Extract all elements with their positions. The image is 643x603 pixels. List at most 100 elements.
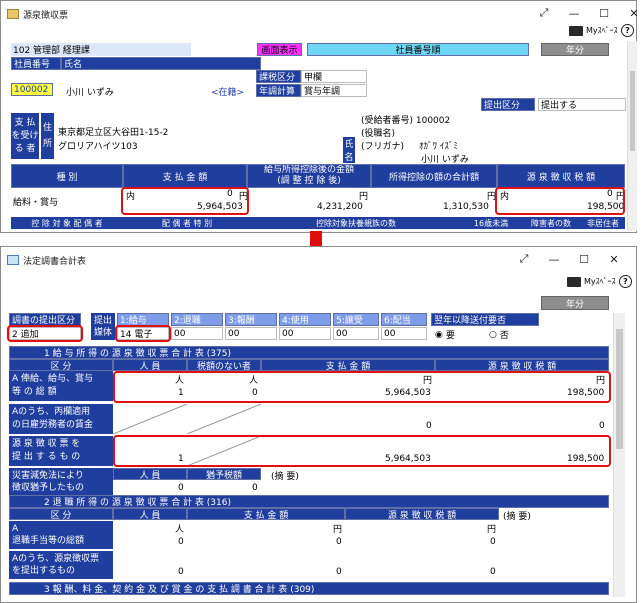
s2-rowB-label: Aのうち、源泉徴収票 を提出するもの xyxy=(9,551,113,579)
bottom-scrollbar[interactable] xyxy=(613,313,625,597)
screen-display-label: 画面表示 xyxy=(257,43,302,56)
recipient-no: (受給者番号) 100002 xyxy=(361,116,451,126)
s1-rowB-pay: 0 xyxy=(426,421,432,431)
window-title: 源泉徴収票 xyxy=(23,10,69,21)
minimize-button-2[interactable]: — xyxy=(539,250,569,268)
minimize-button[interactable]: — xyxy=(559,4,589,22)
col-pay-header: 支 払 金 額 xyxy=(123,164,247,188)
deduct-amount: 1,310,530 xyxy=(443,202,489,212)
col-deduct-header: 所得控除の額の合計額 xyxy=(371,164,497,188)
s1-h-notax: 税額のない者 xyxy=(187,359,261,371)
tax-class-field[interactable]: 甲欄 xyxy=(301,70,367,83)
s1-rowD-label: 災害減免法により 徴収猶予したもの xyxy=(9,468,113,496)
address-line1: 東京都足立区大谷田1-15-2 xyxy=(58,128,169,138)
medium-use[interactable]: 00 xyxy=(279,327,331,340)
myspace-icon-2 xyxy=(567,276,581,287)
s1-h-kubun: 区 分 xyxy=(9,359,113,371)
medium-fee[interactable]: 00 xyxy=(225,327,277,340)
medium-dividend[interactable]: 00 xyxy=(381,327,427,340)
highlight-tax xyxy=(495,187,625,215)
adjust-field[interactable]: 賞与年調 xyxy=(301,84,367,97)
statutory-summary-window: 法定調書合計表 ⤢ — ☐ ✕ Myｽﾍﾟｰｽ ? 年分 調書の提出区分 2 追… xyxy=(0,246,637,603)
close-button[interactable]: ✕ xyxy=(619,4,643,22)
s2-rowA-tax-unit: 円 xyxy=(487,525,497,535)
highlight-submit-cat xyxy=(7,325,83,342)
position-label: (役職名) xyxy=(361,129,396,139)
s2-rowB-pay: 0 xyxy=(336,567,342,577)
submit-field[interactable]: 提出する xyxy=(538,98,626,111)
tab-dividend[interactable]: 6:配当 xyxy=(381,313,427,326)
sort-order-select[interactable]: 社員番号順 xyxy=(307,43,529,56)
s2-rowA-pay-unit: 円 xyxy=(333,525,343,535)
s1-h-tax: 源 泉 徴 収 税 額 xyxy=(435,359,609,371)
col-after-header: 給与所得控除後の金額 (調 整 控 除 後) xyxy=(247,164,371,188)
myspace-button-2[interactable]: Myｽﾍﾟｰｽ xyxy=(567,276,616,287)
address-label: 住 所 xyxy=(41,113,54,159)
s2-h-tax: 源 泉 徴 収 税 額 xyxy=(345,508,499,520)
tab-fee[interactable]: 3:報酬 xyxy=(225,313,277,326)
s2-h-pay: 支 払 金 額 xyxy=(187,508,345,520)
col-type-header: 種 別 xyxy=(11,164,123,188)
close-button-2[interactable]: ✕ xyxy=(599,250,629,268)
footer-header-row: 控 除 対 象 配 偶 者 配 偶 者 特 別 控除対象扶養親族の数 16歳未満… xyxy=(11,217,625,229)
maximize-button-2[interactable]: ☐ xyxy=(569,250,599,268)
s2-rowA-tax: 0 xyxy=(490,537,496,547)
s1-rowB-slash xyxy=(113,404,261,434)
medium-transfer[interactable]: 00 xyxy=(333,327,379,340)
s1-rowD-people: 0 xyxy=(178,483,184,493)
s1-rowD-people-h: 人 員 xyxy=(113,468,187,480)
name-side-label: 氏 名 xyxy=(343,137,355,163)
section1-title: 1 給 与 所 得 の 源 泉 徴 収 票 合 計 表 (375) xyxy=(9,346,609,359)
tab-use[interactable]: 4:使用 xyxy=(279,313,331,326)
s1-rowA-label: A 俸給、給与、賞与等 の 総 額 xyxy=(9,371,113,401)
s1-rowC-label: 源 泉 徴 収 票 を提 出 す る も の xyxy=(9,436,113,466)
adjust-label: 年調計算 xyxy=(256,84,301,97)
myspace-button[interactable]: Myｽﾍﾟｰｽ xyxy=(569,25,618,36)
help-icon[interactable]: ? xyxy=(621,24,634,37)
after-amount: 4,231,200 xyxy=(317,202,363,212)
s2-h-remark: (摘 要) xyxy=(503,512,531,522)
window-controls-2: ⤢ — ☐ ✕ xyxy=(509,250,629,268)
radio-empty-icon: ○ xyxy=(489,329,497,340)
furigana-value: ｵｶﾞﾜ ｲｽﾞﾐ xyxy=(419,142,458,152)
medium-retire[interactable]: 00 xyxy=(171,327,223,340)
s2-rowA-pay: 0 xyxy=(336,537,342,547)
dept-label: 102 管理部 経理課 xyxy=(11,43,191,56)
maximize-button[interactable]: ☐ xyxy=(589,4,619,22)
myspace-icon xyxy=(569,25,583,36)
highlight-pay xyxy=(121,187,249,215)
year-button[interactable]: 年分 xyxy=(541,43,609,56)
s1-h-pay: 支 払 金 額 xyxy=(261,359,435,371)
radio-yes[interactable]: ◉ 要 xyxy=(435,328,455,342)
highlight-rowC xyxy=(113,435,611,467)
window-title-2: 法定調書合計表 xyxy=(23,256,87,267)
emp-no-label: 社員番号 xyxy=(11,57,61,70)
furigana-label: (フリガナ) xyxy=(361,142,405,152)
window-controls: ⤢ — ☐ ✕ xyxy=(529,4,643,22)
payee-label: 支 払 を受け る 者 xyxy=(11,113,39,159)
top-scrollbar[interactable] xyxy=(627,41,637,231)
section3-title: 3 報 酬、料 金、契 約 金 及 び 賞 金 の 支 払 調 書 合 計 表 … xyxy=(9,582,609,595)
s2-rowB-people: 0 xyxy=(178,567,184,577)
help-icon-2[interactable]: ? xyxy=(619,275,632,288)
tab-retire[interactable]: 2:退職 xyxy=(171,313,223,326)
highlight-medium xyxy=(115,325,171,342)
status-text: <在籍> xyxy=(211,88,245,98)
emp-no-field[interactable]: 100002 xyxy=(11,83,53,96)
address-line2: グロリアハイツ103 xyxy=(58,142,138,152)
tab-transfer[interactable]: 5:譲受 xyxy=(333,313,379,326)
s2-rowA-people: 0 xyxy=(178,537,184,547)
tax-class-label: 課税区分 xyxy=(256,70,301,83)
s2-h-kubun: 区 分 xyxy=(9,508,113,520)
after-yen: 円 xyxy=(359,192,369,202)
s2-rowA-people-unit: 人 xyxy=(175,525,185,535)
resize-icon[interactable]: ⤢ xyxy=(529,4,559,22)
year-button-2[interactable]: 年分 xyxy=(541,296,609,310)
radio-no[interactable]: ○ 否 xyxy=(489,328,509,342)
name-label: 氏名 xyxy=(61,57,261,70)
s1-rowD-tax: 0 xyxy=(252,483,258,493)
s2-h-people: 人 員 xyxy=(113,508,187,520)
s2-rowB-tax: 0 xyxy=(490,567,496,577)
resize-icon-2[interactable]: ⤢ xyxy=(509,250,539,268)
section2-title: 2 退 職 所 得 の 源 泉 徴 収 票 合 計 表 (316) xyxy=(9,495,609,508)
